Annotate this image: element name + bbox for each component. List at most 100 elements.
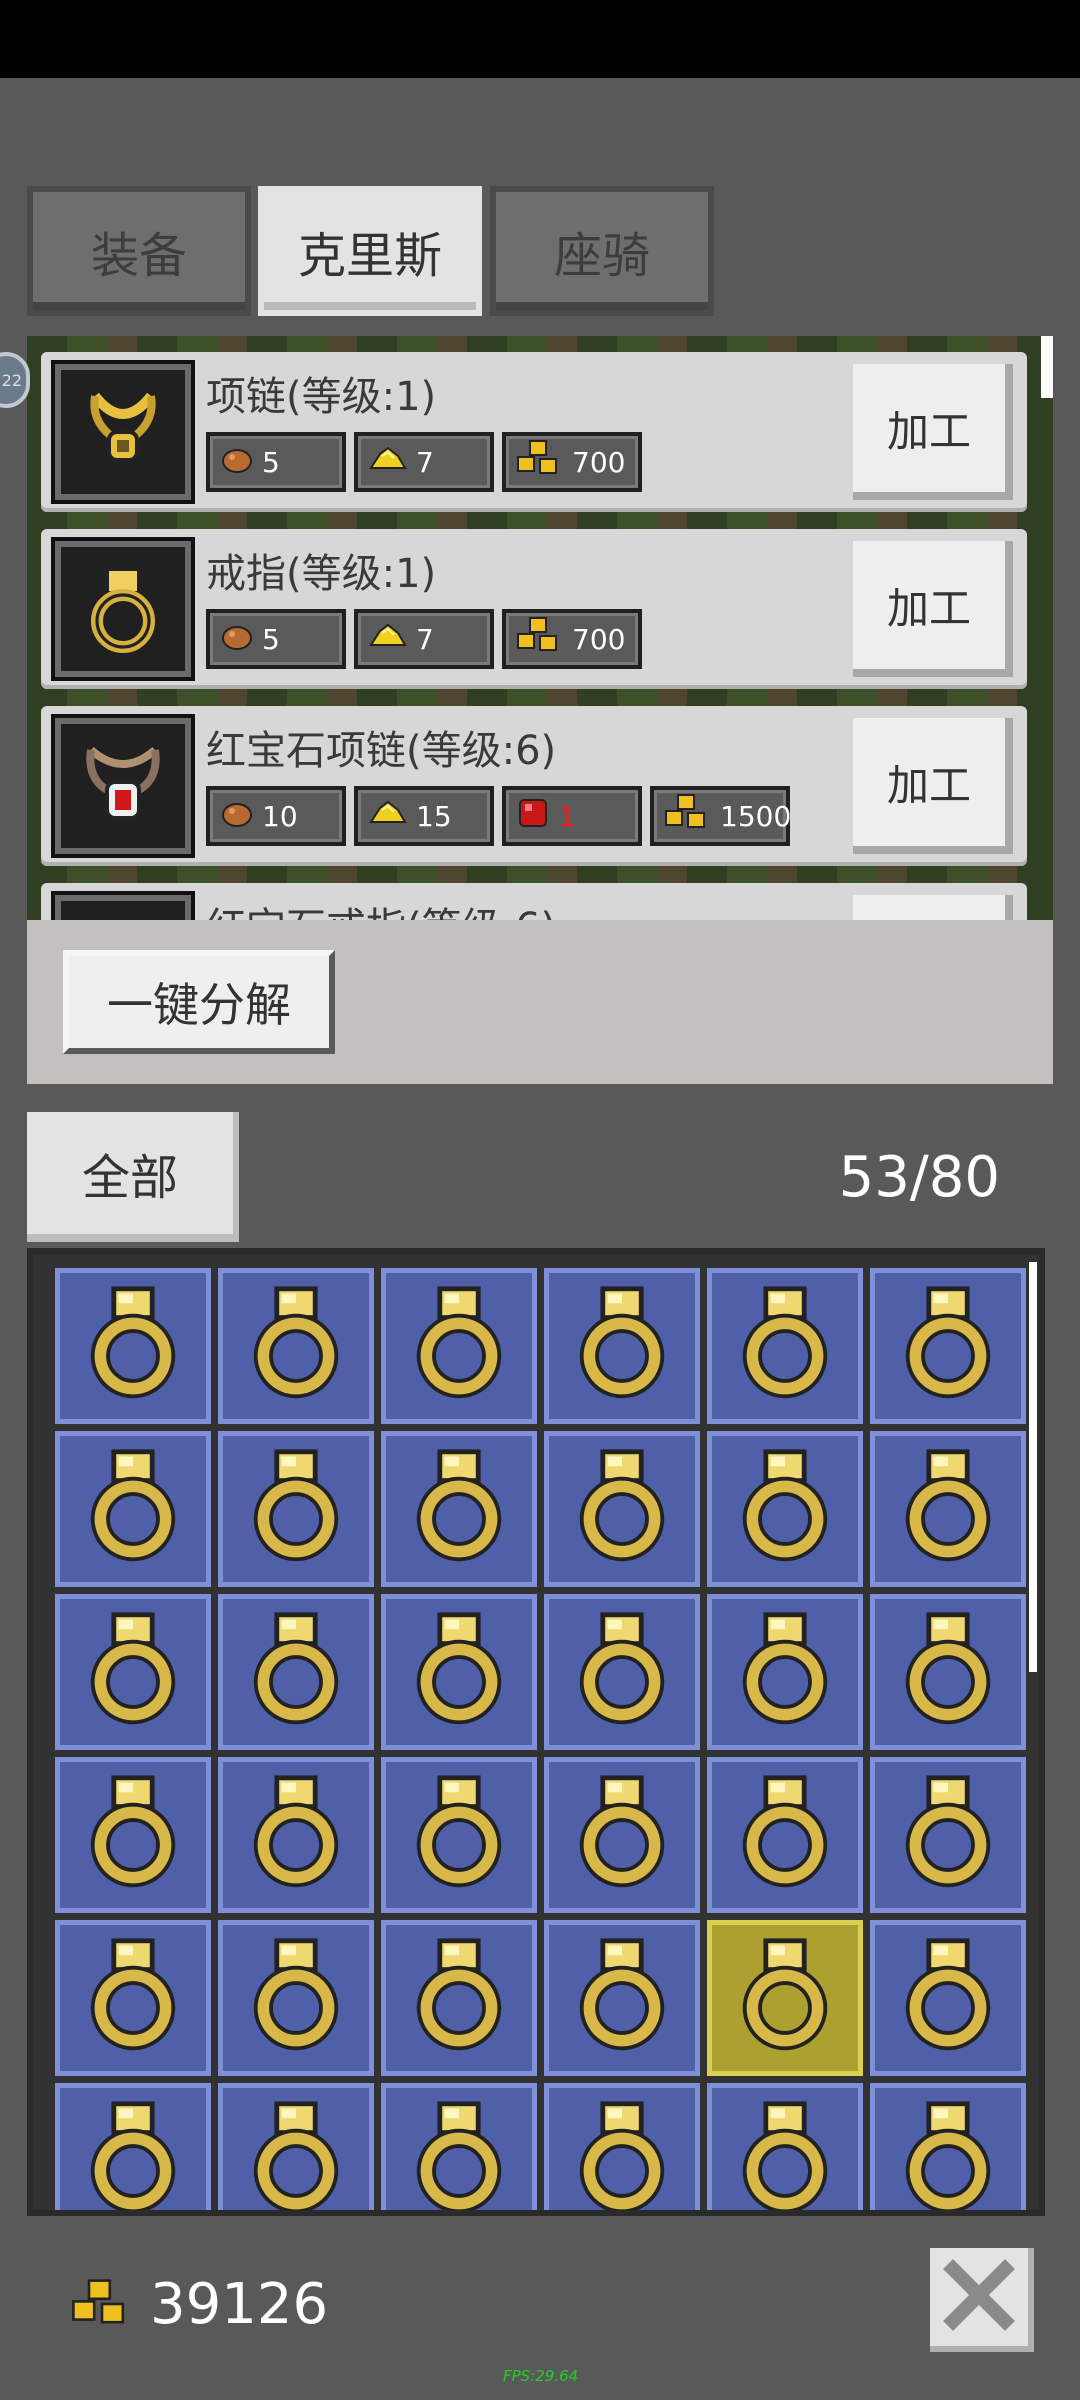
recipe-row: 戒指(等级:1) 5 7 700 加工: [41, 529, 1027, 689]
inventory-slot[interactable]: [218, 1594, 374, 1750]
ring-icon: [411, 1773, 507, 1897]
gold-ore-icon: [368, 444, 408, 481]
cost-gold-coin: 1500: [650, 786, 792, 846]
gold-coin-icon: [516, 616, 564, 663]
ring-icon: [737, 1610, 833, 1734]
ring-icon: [574, 2099, 670, 2210]
inventory-slot[interactable]: [870, 2083, 1026, 2210]
inventory-slot[interactable]: [55, 1268, 211, 1424]
ring-icon: [737, 1284, 833, 1408]
ring-icon: [85, 1610, 181, 1734]
ring-icon: [248, 1610, 344, 1734]
cost-value: 7: [416, 445, 434, 479]
fps-counter: FPS:29.64: [503, 2367, 579, 2385]
cost-value: 5: [262, 622, 280, 656]
recipe-row: 红宝石项链(等级:6) 10 15 1 1500 加工: [41, 706, 1027, 866]
inventory-slot[interactable]: [544, 1594, 700, 1750]
copper-ore-icon: [220, 621, 254, 658]
ring-icon: [900, 1447, 996, 1571]
level-badge[interactable]: 22: [0, 352, 30, 408]
process-button[interactable]: 加工: [853, 895, 1013, 920]
ring-icon: [248, 1773, 344, 1897]
ring-icon: [737, 1936, 833, 2060]
process-button[interactable]: 加工: [853, 364, 1013, 500]
inventory-slot[interactable]: [870, 1594, 1026, 1750]
tab-chris[interactable]: 克里斯: [258, 186, 482, 316]
cost-gold-ore: 7: [354, 432, 494, 492]
inventory-slot[interactable]: [55, 2083, 211, 2210]
inventory-slot[interactable]: [707, 1594, 863, 1750]
ring-icon: [85, 1447, 181, 1571]
ring-icon: [900, 1284, 996, 1408]
inventory-slot[interactable]: [55, 1431, 211, 1587]
inventory-slot[interactable]: [218, 1268, 374, 1424]
inventory-slot[interactable]: [544, 1757, 700, 1913]
inventory-slot[interactable]: [55, 1920, 211, 2076]
inventory-slot[interactable]: [870, 1920, 1026, 2076]
ring-icon: [411, 1284, 507, 1408]
inventory-slot[interactable]: [381, 1268, 537, 1424]
inventory-slot[interactable]: [381, 1594, 537, 1750]
cost-gold-ore: 15: [354, 786, 494, 846]
inventory-slot[interactable]: [544, 1431, 700, 1587]
cost-gold-coin: 700: [502, 432, 642, 492]
close-button[interactable]: [930, 2248, 1034, 2352]
ring-icon: [737, 2099, 833, 2210]
gold-coin-icon: [664, 793, 712, 840]
gold-coin-icon: [70, 2278, 134, 2334]
tab-mount[interactable]: 座骑: [490, 186, 714, 316]
cost-value: 700: [572, 445, 626, 479]
crafting-scrollbar[interactable]: [1041, 336, 1053, 398]
ruby-ring-icon: [51, 891, 195, 920]
recipe-row: 红宝石戒指(等级:6) 加工: [41, 883, 1027, 920]
ruby-icon: [516, 796, 550, 837]
cost-gold-coin: 700: [502, 609, 642, 669]
process-button[interactable]: 加工: [853, 541, 1013, 677]
inventory-slot[interactable]: [707, 1431, 863, 1587]
inventory-slot[interactable]: [218, 1757, 374, 1913]
inventory-slot[interactable]: [870, 1431, 1026, 1587]
inventory-slot[interactable]: [381, 1431, 537, 1587]
inventory-scrollbar[interactable]: [1029, 1262, 1037, 1672]
ring-icon: [574, 1284, 670, 1408]
copper-ore-icon: [220, 798, 254, 835]
ring-icon: [900, 2099, 996, 2210]
inventory-slot[interactable]: [544, 1920, 700, 2076]
recipe-row: 项链(等级:1) 5 7 700 加工: [41, 352, 1027, 512]
ring-icon: [411, 1936, 507, 2060]
decompose-bar: 一键分解: [27, 920, 1053, 1084]
decompose-all-button[interactable]: 一键分解: [63, 950, 335, 1054]
inventory-slot[interactable]: [218, 1431, 374, 1587]
cost-copper-ore: 10: [206, 786, 346, 846]
inventory-slot[interactable]: [707, 1757, 863, 1913]
close-icon: [943, 2259, 1015, 2335]
inventory-slot[interactable]: [381, 1757, 537, 1913]
inventory-capacity: 53/80: [838, 1145, 1000, 1210]
process-button[interactable]: 加工: [853, 718, 1013, 854]
inventory-slot[interactable]: [55, 1757, 211, 1913]
cost-value: 1: [558, 799, 576, 833]
tab-equipment[interactable]: 装备: [27, 186, 251, 316]
crafting-list[interactable]: 项链(等级:1) 5 7 700 加工 戒指(等级:1) 5 7 700 加工 …: [27, 336, 1053, 920]
inventory-slot[interactable]: [870, 1757, 1026, 1913]
ring-icon: [85, 1936, 181, 2060]
inventory-slot[interactable]: [870, 1268, 1026, 1424]
inventory-slot[interactable]: [218, 1920, 374, 2076]
inventory-slot[interactable]: [707, 2083, 863, 2210]
inventory-slot[interactable]: [544, 1268, 700, 1424]
inventory-slot[interactable]: [544, 2083, 700, 2210]
cost-value: 1500: [720, 799, 792, 833]
inventory-slot[interactable]: [381, 2083, 537, 2210]
ring-icon: [574, 1936, 670, 2060]
filter-all-button[interactable]: 全部: [27, 1112, 239, 1242]
inventory-slot[interactable]: [707, 1920, 863, 2076]
inventory-slot[interactable]: [707, 1268, 863, 1424]
cost-gold-ore: 7: [354, 609, 494, 669]
inventory-slot[interactable]: [218, 2083, 374, 2210]
ring-icon: [411, 1610, 507, 1734]
ring-icon: [574, 1773, 670, 1897]
inventory-slot[interactable]: [55, 1594, 211, 1750]
inventory-slot[interactable]: [381, 1920, 537, 2076]
inventory-grid[interactable]: [27, 1248, 1045, 2216]
ring-icon: [900, 1610, 996, 1734]
